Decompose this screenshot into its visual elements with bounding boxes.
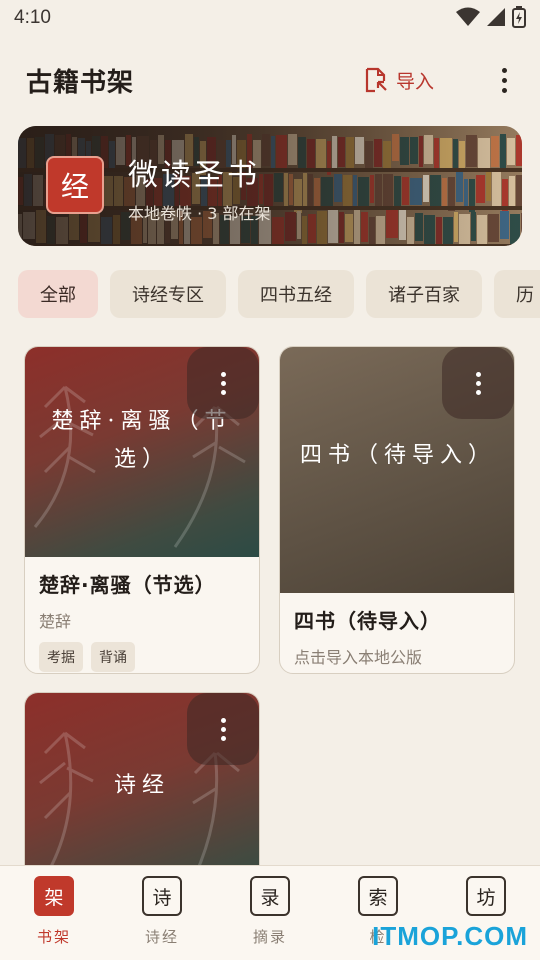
featured-banner[interactable]: 经 微读圣书 本地卷帙 · 3 部在架: [18, 126, 522, 246]
chip-sishu-wujing[interactable]: 四书五经: [238, 270, 354, 318]
book-card[interactable]: 四书（待导入） 四书（待导入） 点击导入本地公版: [279, 346, 515, 674]
poetry-icon: 诗: [142, 876, 182, 916]
index-icon: 索: [358, 876, 398, 916]
nav-item-poetry[interactable]: 诗 诗经: [108, 866, 216, 960]
page-title: 古籍书架: [26, 68, 135, 98]
import-button[interactable]: 导入: [364, 64, 434, 96]
chip-zhuzi-baijia[interactable]: 诸子百家: [366, 270, 482, 318]
excerpt-icon: 录: [250, 876, 290, 916]
more-dot-icon: [220, 726, 226, 732]
more-dot-icon: [475, 380, 481, 386]
more-options-button[interactable]: [494, 64, 514, 96]
file-import-icon: [365, 67, 387, 93]
more-dot-icon: [220, 735, 226, 741]
more-dot-icon: [501, 77, 507, 83]
more-dot-icon: [501, 67, 507, 73]
battery-icon: [512, 6, 526, 28]
status-time: 4:10: [14, 7, 51, 28]
book-title: 四书（待导入）: [294, 609, 441, 633]
book-subtitle: 点击导入本地公版: [294, 648, 423, 667]
workshop-icon: 坊: [466, 876, 506, 916]
cover-title: 四书（待导入）: [300, 443, 497, 468]
nav-label: 书架: [36, 928, 71, 946]
card-menu-button[interactable]: [187, 693, 259, 765]
nav-item-shelf[interactable]: 架 书架: [0, 866, 108, 960]
shelf-icon: 架: [34, 876, 74, 916]
book-tags: 考据 背诵: [39, 642, 245, 672]
status-icons: [456, 6, 526, 28]
more-dot-icon: [475, 389, 481, 395]
card-menu-button[interactable]: [187, 347, 259, 419]
category-chips: 全部 诗经专区 四书五经 诸子百家 历: [18, 270, 540, 318]
app-bar: 古籍书架 导入: [0, 52, 540, 108]
nav-label: 诗经: [144, 928, 179, 946]
book-card[interactable]: 楚辞·离骚（节选） 楚辞·离骚（节选） 楚辞 考据 背诵: [24, 346, 260, 674]
cover-title: 诗经: [113, 773, 170, 798]
book-info: 四书（待导入） 点击导入本地公版: [280, 593, 514, 673]
tag: 背诵: [91, 642, 135, 672]
book-info: 楚辞·离骚（节选） 楚辞 考据 背诵: [25, 557, 259, 673]
status-bar: 4:10: [0, 0, 540, 38]
nav-label: 摘录: [252, 928, 287, 946]
card-menu-button[interactable]: [442, 347, 514, 419]
watermark: ITMOP.COM: [372, 921, 528, 951]
more-dot-icon: [220, 389, 226, 395]
banner-subtitle: 本地卷帙 · 3 部在架: [128, 204, 271, 223]
nav-item-excerpts[interactable]: 录 摘录: [216, 866, 324, 960]
book-cover: 四书（待导入）: [280, 347, 514, 593]
chip-all[interactable]: 全部: [18, 270, 98, 318]
wifi-icon: [456, 7, 480, 26]
seal-badge: 经: [46, 156, 104, 214]
tag: 考据: [39, 642, 83, 672]
chip-history[interactable]: 历: [494, 270, 540, 318]
cell-signal-icon: [487, 8, 505, 26]
book-title: 楚辞·离骚（节选）: [39, 573, 216, 597]
book-subtitle: 楚辞: [39, 612, 72, 631]
book-cover: 楚辞·离骚（节选）: [25, 347, 259, 557]
more-dot-icon: [475, 371, 481, 377]
more-dot-icon: [220, 380, 226, 386]
import-label: 导入: [396, 70, 435, 93]
more-dot-icon: [220, 717, 226, 723]
chip-shijing[interactable]: 诗经专区: [110, 270, 226, 318]
more-dot-icon: [220, 371, 226, 377]
banner-title: 微读圣书: [128, 158, 260, 193]
more-dot-icon: [501, 87, 507, 93]
